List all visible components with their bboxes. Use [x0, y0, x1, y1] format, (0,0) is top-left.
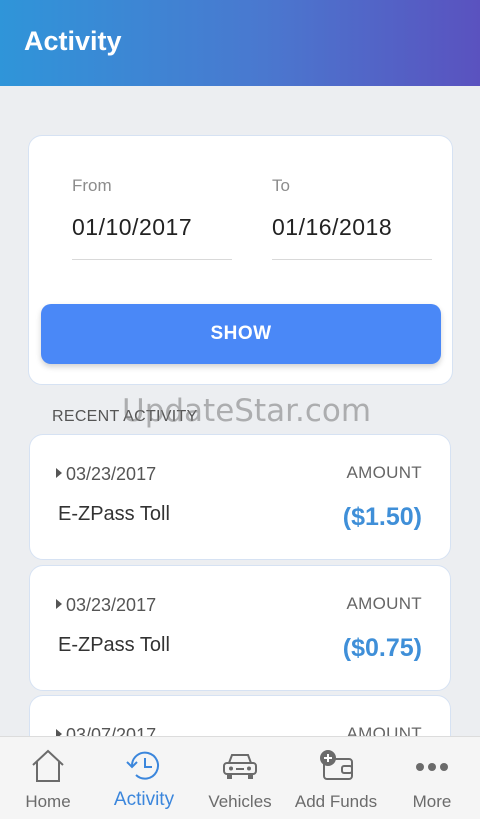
- nav-vehicles-label: Vehicles: [208, 792, 272, 811]
- clock-history-icon: [126, 751, 159, 780]
- to-underline: [272, 259, 432, 260]
- watermark: UpdateStar.com: [122, 393, 372, 429]
- amount-value: ($0.75): [342, 634, 422, 662]
- activity-item[interactable]: 03/23/2017 E-ZPass Toll AMOUNT ($1.50): [29, 434, 451, 560]
- from-date-value[interactable]: 01/10/2017: [72, 214, 232, 241]
- car-icon: [223, 754, 257, 779]
- activity-date: 03/23/2017: [56, 464, 156, 485]
- nav-more-label: More: [412, 792, 452, 811]
- activity-item[interactable]: 03/23/2017 E-ZPass Toll AMOUNT ($0.75): [29, 565, 451, 691]
- activity-date: 03/23/2017: [56, 595, 156, 616]
- expand-arrow-icon[interactable]: [56, 599, 62, 609]
- nav-home[interactable]: Home: [0, 737, 96, 819]
- nav-activity[interactable]: Activity: [96, 737, 192, 819]
- amount-label: AMOUNT: [346, 594, 422, 613]
- amount-value: ($1.50): [342, 503, 422, 531]
- expand-arrow-icon[interactable]: [56, 468, 62, 478]
- wallet-add-icon: [320, 750, 353, 780]
- more-dots-icon: [416, 763, 448, 771]
- nav-home-label: Home: [25, 792, 71, 811]
- from-underline: [72, 259, 232, 260]
- nav-vehicles[interactable]: Vehicles: [192, 737, 288, 819]
- home-icon: [32, 749, 64, 782]
- page-title: Activity: [24, 26, 122, 56]
- to-label: To: [272, 176, 290, 195]
- show-button[interactable]: SHOW: [41, 304, 441, 364]
- bottom-nav: Home Activity Vehicles Add Funds More: [0, 736, 480, 819]
- to-date-value[interactable]: 01/16/2018: [272, 214, 432, 241]
- nav-add-funds[interactable]: Add Funds: [288, 737, 384, 819]
- app-header: Activity: [0, 0, 480, 86]
- to-date-field[interactable]: To 01/16/2018: [272, 176, 432, 260]
- nav-activity-label: Activity: [113, 789, 175, 810]
- date-range-card: From 01/10/2017 To 01/16/2018 SHOW: [28, 135, 453, 385]
- nav-add-funds-label: Add Funds: [294, 792, 378, 811]
- nav-more[interactable]: More: [384, 737, 480, 819]
- amount-label: AMOUNT: [346, 463, 422, 482]
- from-date-field[interactable]: From 01/10/2017: [72, 176, 232, 260]
- activity-description: E-ZPass Toll: [58, 503, 170, 525]
- from-label: From: [72, 176, 112, 195]
- activity-description: E-ZPass Toll: [58, 634, 170, 656]
